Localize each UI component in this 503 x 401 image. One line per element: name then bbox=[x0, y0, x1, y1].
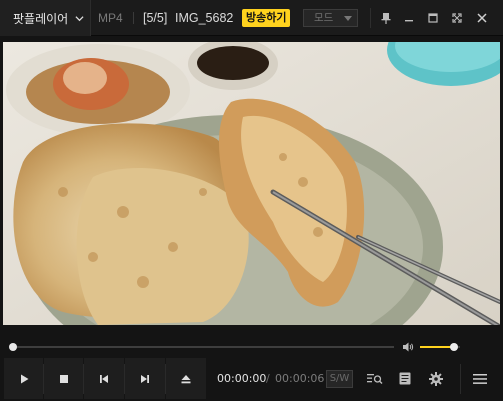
hamburger-menu-icon bbox=[473, 373, 487, 384]
maximize-icon bbox=[428, 13, 438, 23]
eject-button[interactable] bbox=[166, 358, 206, 399]
maximize-button[interactable] bbox=[423, 8, 443, 28]
pin-button[interactable] bbox=[376, 8, 396, 28]
fullscreen-button[interactable] bbox=[447, 8, 467, 28]
broadcast-button[interactable]: 방송하기 bbox=[242, 9, 291, 27]
dropdown-arrow-icon bbox=[344, 16, 352, 21]
volume-level bbox=[420, 346, 454, 348]
next-button[interactable] bbox=[125, 358, 165, 399]
subtitle-sync-button[interactable]: S/W bbox=[326, 370, 353, 388]
previous-button[interactable] bbox=[84, 358, 124, 399]
close-icon bbox=[477, 13, 487, 23]
control-divider bbox=[460, 364, 461, 394]
close-button[interactable] bbox=[472, 8, 492, 28]
play-button[interactable] bbox=[4, 358, 43, 399]
stop-icon bbox=[59, 374, 68, 383]
volume-icon[interactable] bbox=[402, 341, 414, 353]
title-bar: 팟플레이어 MP4 [5/5] IMG_5682 방송하기 모드 bbox=[0, 0, 503, 36]
chevron-down-icon bbox=[75, 15, 84, 21]
current-time: 00:00:00 bbox=[217, 372, 267, 385]
eject-icon bbox=[181, 374, 191, 383]
file-name: IMG_5682 bbox=[175, 11, 234, 25]
app-menu-button[interactable]: 팟플레이어 bbox=[0, 0, 91, 36]
playlist-index: [5/5] bbox=[143, 11, 168, 25]
document-icon bbox=[399, 372, 411, 385]
title-divider-2 bbox=[370, 8, 371, 28]
minimize-icon bbox=[405, 20, 413, 22]
title-divider bbox=[133, 12, 134, 24]
seek-bar-area bbox=[0, 334, 503, 356]
volume-handle[interactable] bbox=[450, 343, 458, 351]
minimize-button[interactable] bbox=[399, 8, 419, 28]
video-frame[interactable] bbox=[3, 42, 500, 325]
gear-icon bbox=[429, 371, 443, 386]
control-bar: 00:00:00 / 00:00:06 S/W bbox=[0, 358, 503, 401]
format-label: MP4 bbox=[98, 11, 123, 25]
seek-handle[interactable] bbox=[9, 343, 17, 351]
fullscreen-icon bbox=[452, 13, 462, 23]
stop-button[interactable] bbox=[44, 358, 83, 399]
pin-icon bbox=[381, 13, 391, 24]
playlist-button[interactable] bbox=[393, 358, 417, 399]
settings-button[interactable] bbox=[424, 358, 448, 399]
play-icon bbox=[20, 374, 28, 383]
app-name: 팟플레이어 bbox=[13, 11, 69, 26]
list-search-icon bbox=[367, 373, 383, 384]
playlist-search-button[interactable] bbox=[362, 358, 388, 399]
mode-select-label: 모드 bbox=[314, 12, 334, 24]
next-icon bbox=[141, 374, 149, 383]
total-time: 00:00:06 bbox=[275, 372, 325, 385]
time-separator: / bbox=[266, 372, 270, 385]
seek-bar[interactable] bbox=[13, 346, 394, 348]
main-menu-button[interactable] bbox=[465, 358, 495, 399]
previous-icon bbox=[100, 374, 108, 383]
mode-select[interactable]: 모드 bbox=[303, 9, 358, 27]
video-image bbox=[3, 42, 500, 325]
